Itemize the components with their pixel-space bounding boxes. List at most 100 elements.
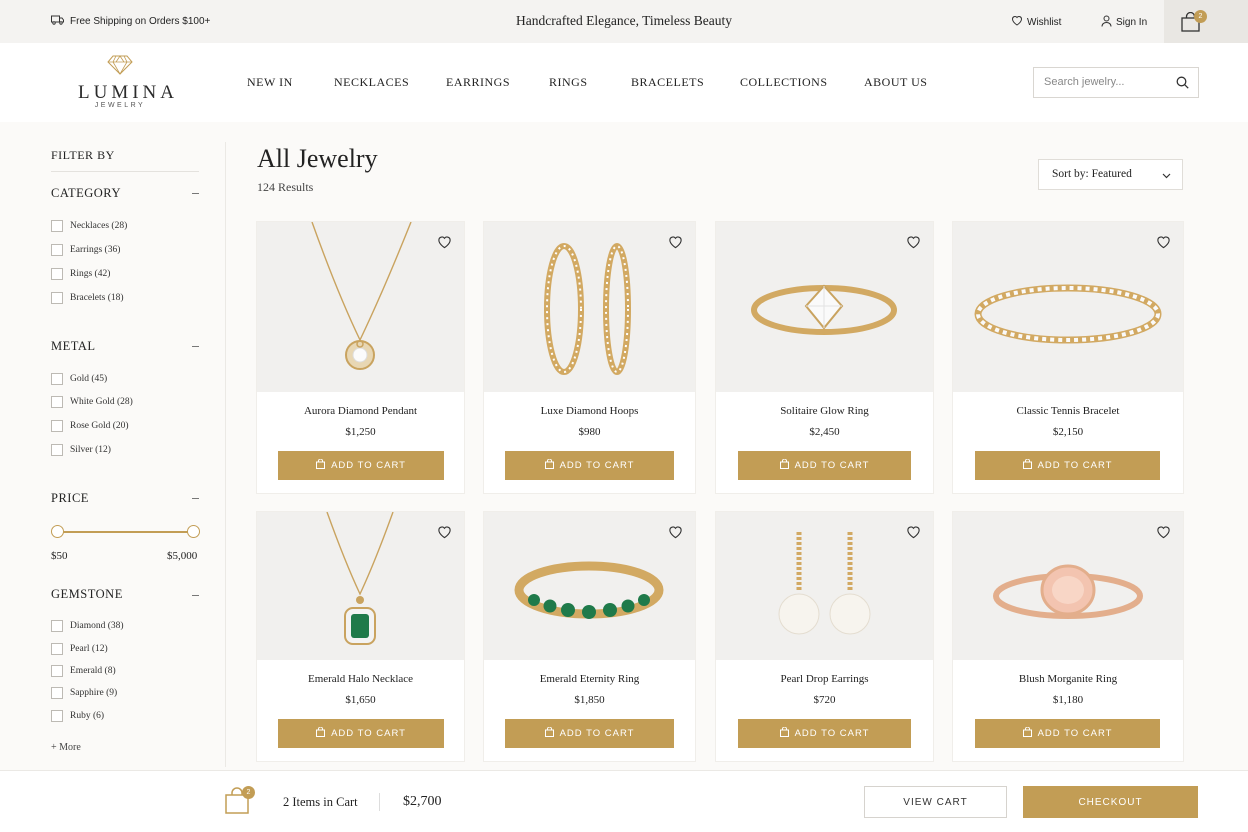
product-name[interactable]: Luxe Diamond Hoops [484, 405, 695, 417]
category-heading[interactable]: CATEGORY [51, 186, 121, 201]
checkbox[interactable] [51, 687, 63, 699]
filter-option-metal[interactable]: Silver (12) [51, 444, 111, 456]
product-image[interactable] [257, 512, 464, 660]
product-image[interactable] [953, 512, 1183, 660]
nav-about-us[interactable]: ABOUT US [864, 75, 927, 90]
nav-earrings[interactable]: EARRINGS [446, 75, 510, 90]
add-to-cart-button[interactable]: ADD TO CART [975, 719, 1160, 748]
checkbox[interactable] [51, 643, 63, 655]
nav-necklaces[interactable]: NECKLACES [334, 75, 409, 90]
product-card[interactable]: Classic Tennis Bracelet $2,150 ADD TO CA… [953, 222, 1183, 493]
wishlist-heart-icon[interactable] [1156, 525, 1171, 544]
filter-option-category[interactable]: Rings (42) [51, 268, 110, 280]
add-to-cart-button[interactable]: ADD TO CART [278, 451, 444, 480]
gemstone-heading[interactable]: GEMSTONE [51, 587, 123, 602]
collapse-icon[interactable] [192, 498, 199, 499]
product-card[interactable]: Aurora Diamond Pendant $1,250 ADD TO CAR… [257, 222, 464, 493]
nav-new-in[interactable]: NEW IN [247, 75, 293, 90]
product-card[interactable]: Emerald Eternity Ring $1,850 ADD TO CART [484, 512, 695, 761]
collapse-icon[interactable] [192, 346, 199, 347]
checkbox[interactable] [51, 710, 63, 722]
wishlist-heart-icon[interactable] [437, 525, 452, 544]
add-to-cart-label: ADD TO CART [1037, 728, 1113, 739]
nav-bracelets[interactable]: BRACELETS [631, 75, 704, 90]
price-slider-track[interactable] [57, 531, 193, 533]
collapse-icon[interactable] [192, 595, 199, 596]
price-heading[interactable]: PRICE [51, 491, 89, 506]
filter-option-gemstone[interactable]: Ruby (6) [51, 710, 104, 722]
checkbox[interactable] [51, 396, 63, 408]
search-input[interactable]: Search jewelry... [1033, 67, 1199, 98]
nav-collections[interactable]: COLLECTIONS [740, 75, 828, 90]
checkbox[interactable] [51, 665, 63, 677]
add-to-cart-button[interactable]: ADD TO CART [278, 719, 444, 748]
checkbox[interactable] [51, 373, 63, 385]
checkbox[interactable] [51, 268, 63, 280]
filter-option-category[interactable]: Necklaces (28) [51, 220, 127, 232]
filter-option-metal[interactable]: Rose Gold (20) [51, 420, 129, 432]
product-image[interactable] [257, 222, 464, 392]
add-to-cart-button[interactable]: ADD TO CART [738, 719, 911, 748]
checkout-button[interactable]: CHECKOUT [1023, 786, 1198, 818]
cart-button[interactable]: 2 [1164, 0, 1248, 43]
product-card[interactable]: Luxe Diamond Hoops $980 ADD TO CART [484, 222, 695, 493]
checkbox[interactable] [51, 444, 63, 456]
product-image[interactable] [716, 222, 933, 392]
filter-option-gemstone[interactable]: Sapphire (9) [51, 687, 117, 699]
price-max-handle[interactable] [187, 525, 200, 538]
add-to-cart-button[interactable]: ADD TO CART [975, 451, 1160, 480]
sort-dropdown[interactable]: Sort by: Featured [1038, 159, 1183, 190]
product-name[interactable]: Solitaire Glow Ring [716, 405, 933, 417]
filter-option-metal[interactable]: Gold (45) [51, 373, 107, 385]
divider [379, 793, 380, 811]
add-to-cart-button[interactable]: ADD TO CART [505, 451, 674, 480]
pearl-earrings-image [778, 532, 871, 635]
product-image[interactable] [484, 512, 695, 660]
product-card[interactable]: Solitaire Glow Ring $2,450 ADD TO CART [716, 222, 933, 493]
filter-option-gemstone[interactable]: Emerald (8) [51, 665, 116, 677]
checkbox[interactable] [51, 244, 63, 256]
product-price: $2,450 [809, 426, 840, 438]
product-name[interactable]: Classic Tennis Bracelet [953, 405, 1183, 417]
wishlist-heart-icon[interactable] [437, 235, 452, 254]
wishlist-heart-icon[interactable] [668, 235, 683, 254]
wishlist-heart-icon[interactable] [668, 525, 683, 544]
product-name[interactable]: Blush Morganite Ring [953, 673, 1183, 685]
add-to-cart-button[interactable]: ADD TO CART [505, 719, 674, 748]
add-to-cart-button[interactable]: ADD TO CART [738, 451, 911, 480]
tennis-bracelet-image [974, 284, 1162, 344]
filter-option-gemstone[interactable]: Diamond (38) [51, 620, 124, 632]
wishlist-heart-icon[interactable] [1156, 235, 1171, 254]
product-name[interactable]: Aurora Diamond Pendant [257, 405, 464, 417]
product-name[interactable]: Emerald Halo Necklace [257, 673, 464, 685]
product-image[interactable] [484, 222, 695, 392]
wishlist-heart-icon[interactable] [906, 525, 921, 544]
filter-option-gemstone[interactable]: Pearl (12) [51, 643, 108, 655]
filter-option-category[interactable]: Earrings (36) [51, 244, 120, 256]
brand-logo[interactable]: LUMINA JEWELRY [78, 55, 174, 109]
signin-link[interactable]: Sign In [1101, 15, 1147, 30]
metal-heading[interactable]: METAL [51, 339, 96, 354]
filter-option-metal[interactable]: White Gold (28) [51, 396, 133, 408]
product-name[interactable]: Pearl Drop Earrings [716, 673, 933, 685]
product-card[interactable]: Blush Morganite Ring $1,180 ADD TO CART [953, 512, 1183, 761]
wishlist-heart-icon[interactable] [906, 235, 921, 254]
option-label: Rose Gold (20) [70, 421, 129, 431]
wishlist-link[interactable]: Wishlist [1011, 15, 1061, 29]
more-filters-link[interactable]: + More [51, 742, 81, 753]
checkbox[interactable] [51, 420, 63, 432]
checkbox[interactable] [51, 220, 63, 232]
search-icon[interactable] [1176, 76, 1189, 92]
product-image[interactable] [953, 222, 1183, 392]
product-card[interactable]: Pearl Drop Earrings $720 ADD TO CART [716, 512, 933, 761]
nav-rings[interactable]: RINGS [549, 75, 588, 90]
checkbox[interactable] [51, 620, 63, 632]
product-name[interactable]: Emerald Eternity Ring [484, 673, 695, 685]
view-cart-button[interactable]: VIEW CART [864, 786, 1007, 818]
filter-option-category[interactable]: Bracelets (18) [51, 292, 124, 304]
checkbox[interactable] [51, 292, 63, 304]
collapse-icon[interactable] [192, 193, 199, 194]
price-min-handle[interactable] [51, 525, 64, 538]
product-image[interactable] [716, 512, 933, 660]
product-card[interactable]: Emerald Halo Necklace $1,650 ADD TO CART [257, 512, 464, 761]
